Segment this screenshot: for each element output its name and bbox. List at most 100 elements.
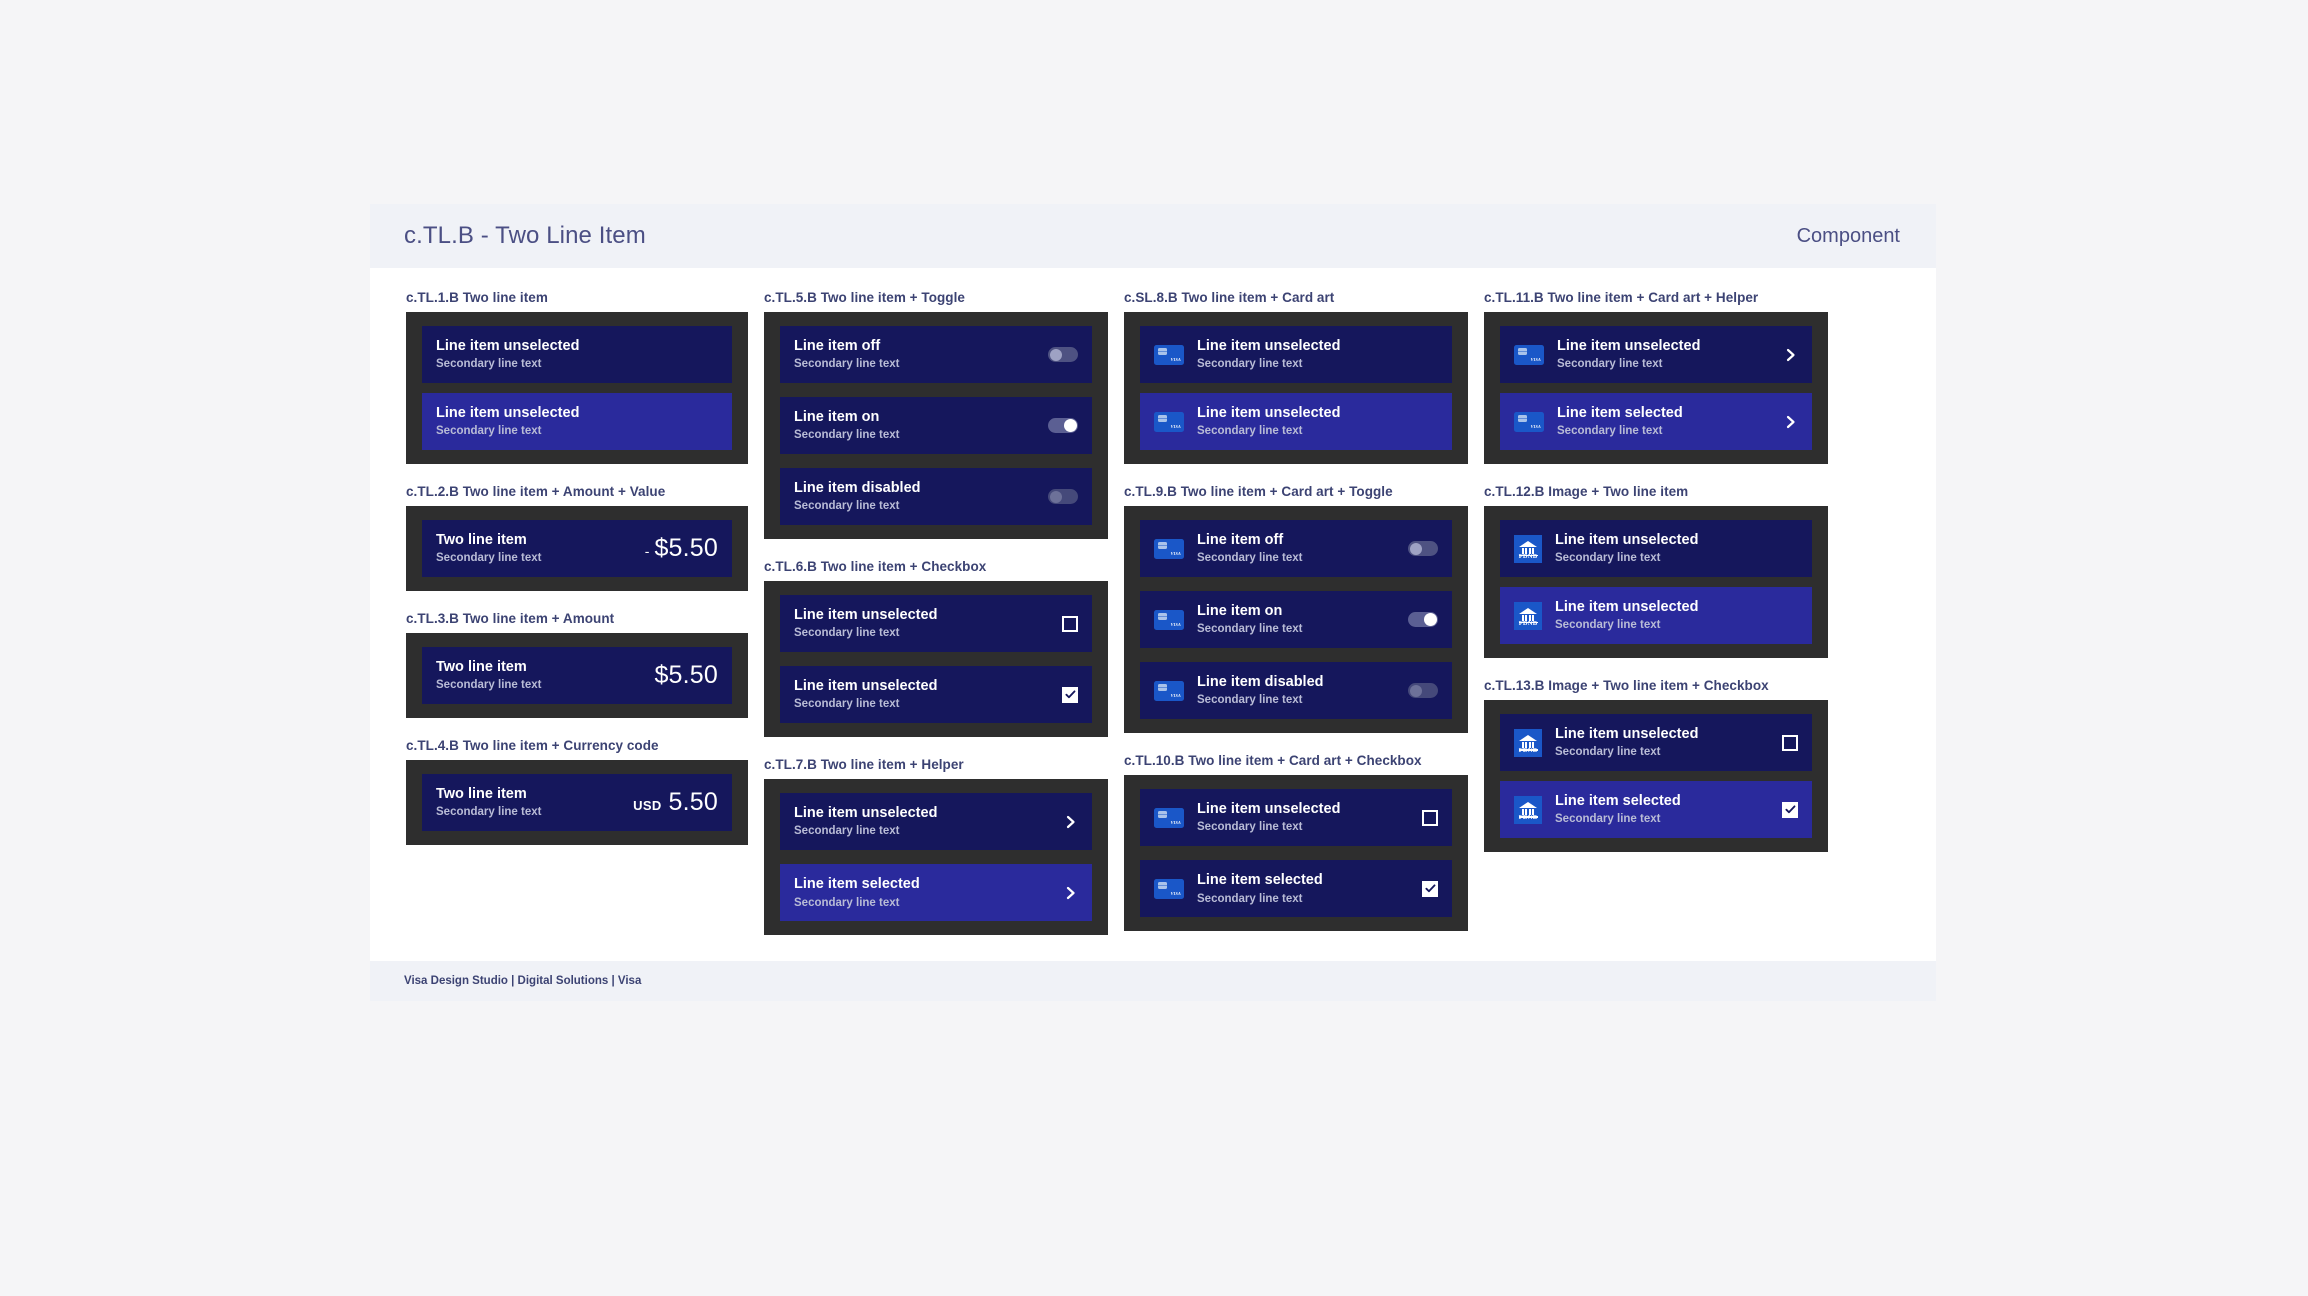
list-item-texts: Line item unselected Secondary line text (1555, 725, 1770, 760)
card-chip-icon (1157, 541, 1167, 549)
list-item-primary: Line item unselected (794, 607, 938, 624)
list-item[interactable]: VISA Line item unselected Secondary line… (1140, 789, 1452, 847)
bank-label: FDNB (1518, 746, 1538, 754)
chevron-right-icon[interactable] (1784, 414, 1798, 430)
list-item[interactable]: Line item unselected Secondary line text (780, 595, 1092, 653)
footer-credit: Visa Design Studio | Digital Solutions |… (404, 975, 642, 988)
toggle-switch-on[interactable] (1408, 612, 1438, 628)
list-item[interactable]: VISA Line item selected Secondary line t… (1140, 860, 1452, 918)
list-item-trailing (1422, 809, 1438, 826)
card-brand-label: VISA (1530, 357, 1541, 363)
checkbox-checked[interactable] (1062, 686, 1078, 703)
list-item-secondary: Secondary line text (1197, 358, 1303, 371)
chevron-right-icon[interactable] (1064, 885, 1078, 901)
group-label: c.TL.9.B Two line item + Card art + Togg… (1124, 484, 1393, 500)
list-item-secondary: Secondary line text (436, 358, 542, 371)
list-item-secondary: Secondary line text (1197, 552, 1303, 565)
list-item[interactable]: Line item on Secondary line text (780, 397, 1092, 455)
list-item-texts: Two line item Secondary line text (436, 658, 642, 693)
list-item[interactable]: Line item unselected Secondary line text (780, 666, 1092, 724)
card-brand-label: VISA (1170, 622, 1181, 628)
list-item-texts: Line item unselected Secondary line text (794, 804, 1052, 839)
toggle-switch-on[interactable] (1048, 418, 1078, 434)
checkbox-checked[interactable] (1782, 801, 1798, 818)
list-item[interactable]: VISA Line item off Secondary line text (1140, 520, 1452, 578)
list-item[interactable]: Two line item Secondary line text $5.50 (422, 647, 732, 705)
checkbox-checked[interactable] (1422, 880, 1438, 897)
columns-container: c.TL.1.B Two line item Line item unselec… (370, 268, 1936, 955)
list-item-texts: Line item selected Secondary line text (794, 875, 1052, 910)
amount-number: $5.50 (654, 534, 718, 563)
group-tl11: c.TL.11.B Two line item + Card art + Hel… (1484, 290, 1828, 465)
chevron-right-icon[interactable] (1064, 814, 1078, 830)
list-item[interactable]: Two line item Secondary line text USD 5.… (422, 774, 732, 832)
card-art-icon: VISA (1154, 344, 1184, 365)
list-item-primary: Line item unselected (1555, 532, 1699, 549)
list-item[interactable]: FDNB Line item unselected Secondary line… (1500, 587, 1812, 645)
list-item[interactable]: VISA Line item unselected Secondary line… (1500, 326, 1812, 384)
list-item[interactable]: FDNB Line item unselected Secondary line… (1500, 714, 1812, 772)
list-item-secondary: Secondary line text (1197, 694, 1303, 707)
card-art-icon: VISA (1154, 807, 1184, 828)
list-item-secondary: Secondary line text (1555, 746, 1661, 759)
panel-tl10: VISA Line item unselected Secondary line… (1124, 775, 1468, 932)
list-item-secondary: Secondary line text (1557, 425, 1663, 438)
group-label: c.SL.8.B Two line item + Card art (1124, 290, 1335, 305)
bank-roof-shape (1519, 540, 1537, 547)
list-item-primary: Line item off (1197, 532, 1284, 549)
amount-number: $5.50 (654, 661, 718, 690)
chevron-right-icon[interactable] (1784, 347, 1798, 363)
group-label: c.TL.1.B Two line item (406, 290, 548, 305)
list-item-leading: VISA (1514, 344, 1544, 365)
list-item[interactable]: Line item unselected Secondary line text (780, 793, 1092, 851)
toggle-switch-off[interactable] (1408, 541, 1438, 557)
list-item[interactable]: Line item selected Secondary line text (780, 864, 1092, 922)
list-item[interactable]: FDNB Line item unselected Secondary line… (1500, 520, 1812, 578)
list-item-trailing (1782, 734, 1798, 751)
list-item-texts: Two line item Secondary line text (436, 531, 633, 566)
list-item[interactable]: Two line item Secondary line text - $5.5… (422, 520, 732, 578)
list-item-trailing (1048, 489, 1078, 505)
card-art-icon: VISA (1154, 680, 1184, 701)
list-item-primary: Line item unselected (1555, 726, 1699, 743)
panel-tl6: Line item unselected Secondary line text… (764, 581, 1108, 738)
card-art-icon: VISA (1154, 411, 1184, 432)
group-label: c.TL.6.B Two line item + Checkbox (764, 559, 987, 575)
card-brand-label: VISA (1170, 424, 1181, 430)
list-item-primary: Line item unselected (794, 678, 938, 695)
list-item-secondary: Secondary line text (436, 679, 542, 692)
amount-sign: - (644, 543, 650, 560)
list-item[interactable]: Line item unselected Secondary line text (422, 393, 732, 451)
group-tl6: c.TL.6.B Two line item + Checkbox Line i… (764, 559, 1108, 738)
toggle-switch-off[interactable] (1048, 347, 1078, 363)
checkbox-unchecked[interactable] (1782, 734, 1798, 751)
checkbox-unchecked[interactable] (1062, 615, 1078, 632)
list-item[interactable]: FDNB Line item selected Secondary line t… (1500, 781, 1812, 839)
list-item[interactable]: VISA Line item unselected Secondary line… (1140, 326, 1452, 384)
checkbox-unchecked[interactable] (1422, 809, 1438, 826)
list-item-secondary: Secondary line text (794, 825, 900, 838)
list-item-texts: Line item selected Secondary line text (1197, 871, 1410, 906)
list-item-trailing (1422, 880, 1438, 897)
list-item[interactable]: VISA Line item selected Secondary line t… (1500, 393, 1812, 451)
list-item[interactable]: Line item unselected Secondary line text (422, 326, 732, 384)
list-item-secondary: Secondary line text (1197, 425, 1303, 438)
list-item-leading: FDNB (1514, 728, 1542, 757)
card-brand-label: VISA (1170, 551, 1181, 557)
list-item-texts: Line item disabled Secondary line text (794, 479, 1036, 514)
header-category-label: Component (1796, 224, 1900, 247)
group-tl12: c.TL.12.B Image + Two line item FDNB Lin… (1484, 484, 1828, 659)
card-chip-icon (1517, 347, 1527, 355)
list-item-leading: FDNB (1514, 534, 1542, 563)
amount-value: - $5.50 (645, 534, 718, 563)
list-item-texts: Line item unselected Secondary line text (1197, 404, 1438, 439)
list-item[interactable]: VISA Line item unselected Secondary line… (1140, 393, 1452, 451)
list-item-primary: Line item disabled (1197, 674, 1324, 691)
list-item-trailing (1064, 814, 1078, 830)
list-item-trailing (1408, 612, 1438, 628)
toggle-knob (1049, 490, 1062, 503)
list-item-primary: Line item disabled (794, 480, 921, 497)
list-item[interactable]: VISA Line item on Secondary line text (1140, 591, 1452, 649)
panel-tl3: Two line item Secondary line text $5.50 (406, 633, 748, 719)
list-item[interactable]: Line item off Secondary line text (780, 326, 1092, 384)
